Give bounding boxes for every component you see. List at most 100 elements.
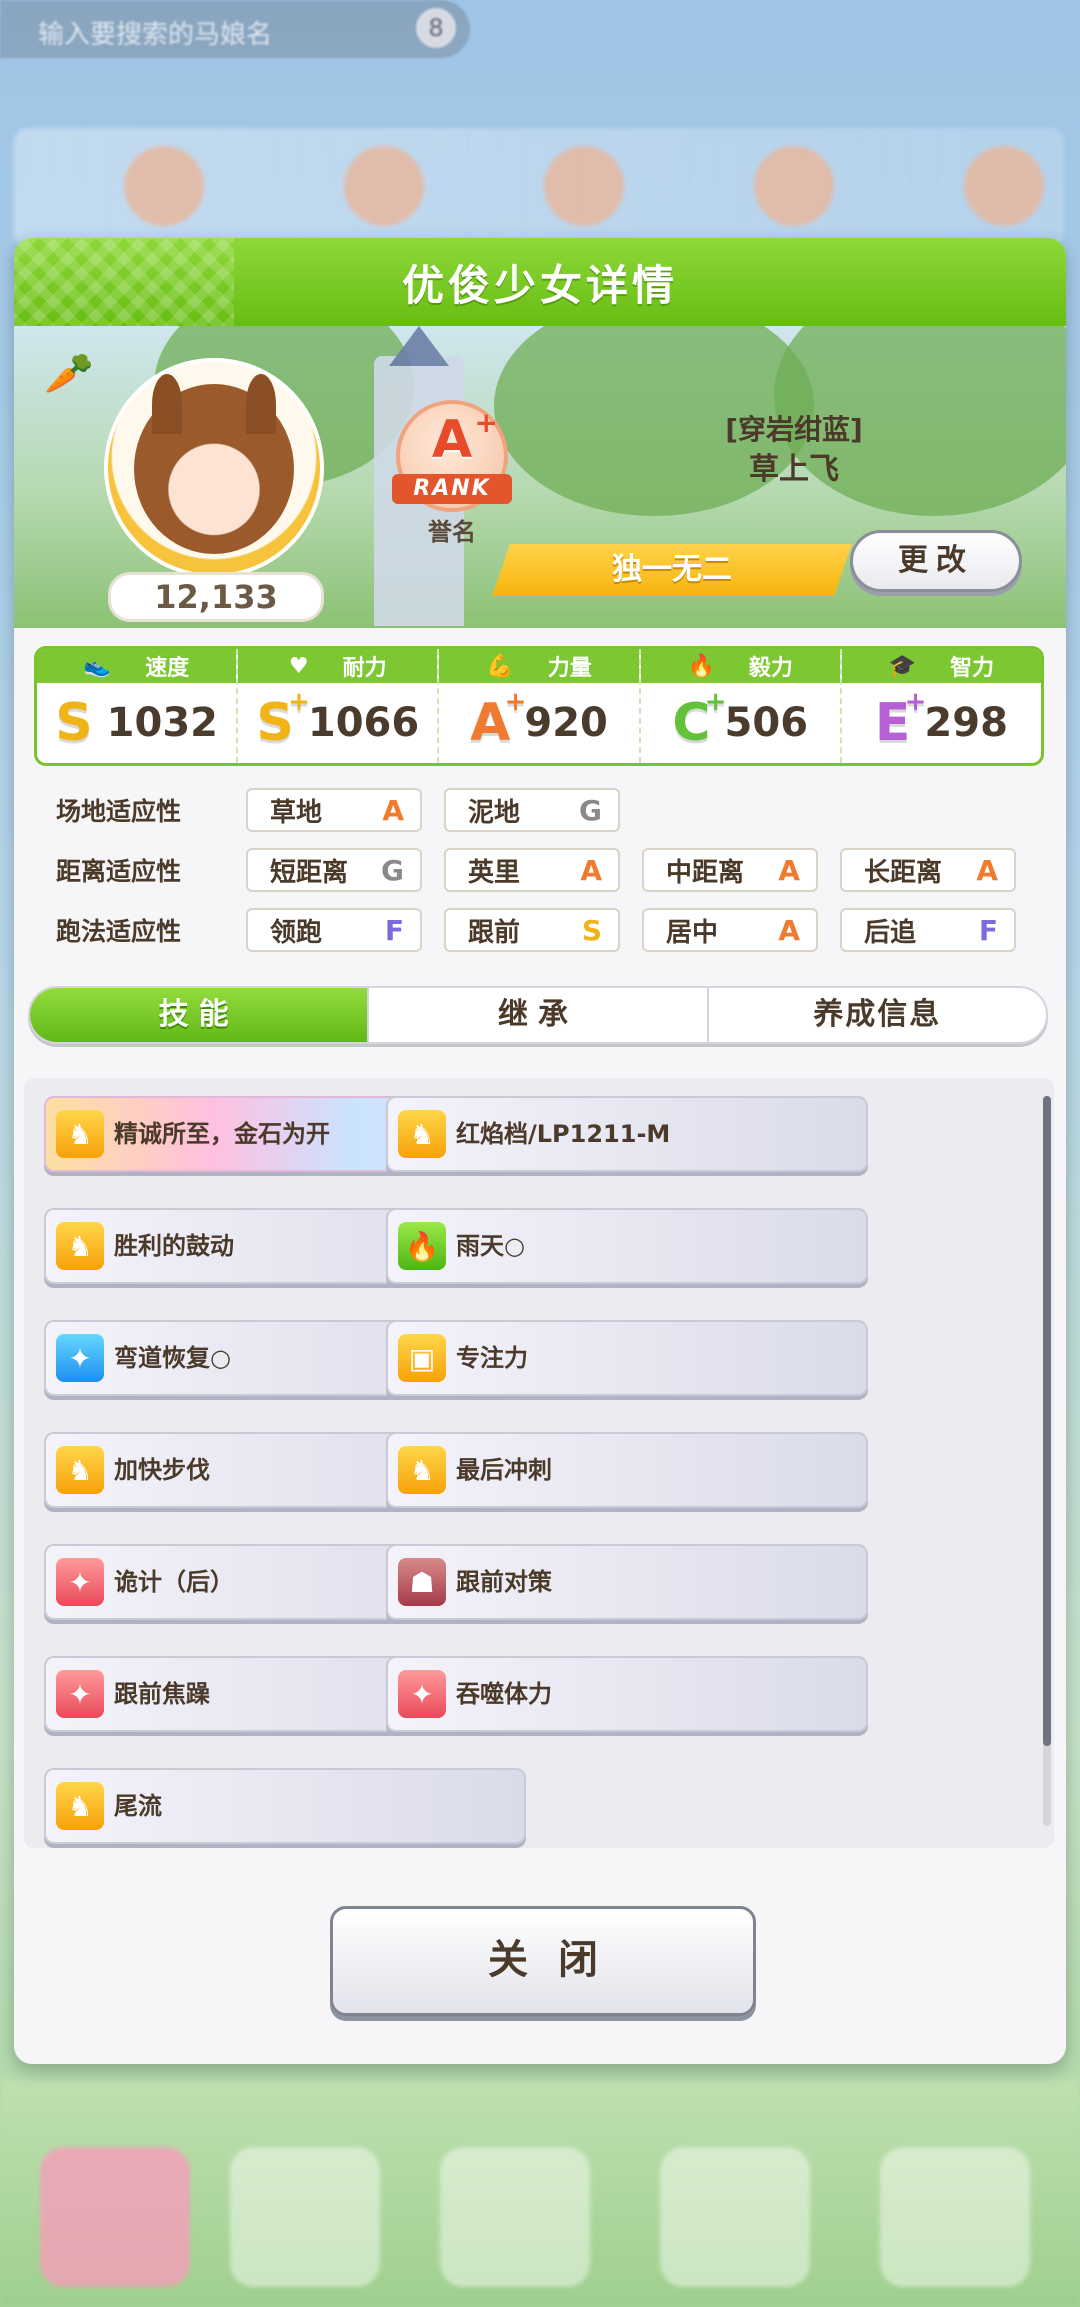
aptitude-rank: S <box>581 913 602 947</box>
aptitude-name: 居中 <box>666 917 719 948</box>
horse-icon: ♞ <box>56 1222 104 1270</box>
epithet-line2: 草上飞 <box>749 452 839 487</box>
aptitude-cell: 领跑 F <box>246 908 422 952</box>
skills-scrollbar[interactable] <box>1043 1096 1051 1826</box>
tab-skills[interactable]: 技能 <box>30 988 370 1042</box>
stat-name: 毅力 <box>748 656 793 681</box>
aptitude-name: 跟前 <box>468 917 521 948</box>
skill-name: 加快步伐 <box>114 1456 210 1484</box>
character-header: 🥕 12,133 A + RANK 誉名 [穿岩绀蓝] 草上飞 独一无二 更改 <box>14 326 1066 628</box>
stat-grade: A + <box>470 687 527 753</box>
dialog-title-bar: 优俊少女详情 <box>14 238 1066 326</box>
rank-badge: A + RANK <box>392 400 512 512</box>
background-portrait-strip <box>14 128 1064 248</box>
sparkle-icon: ✦ <box>56 1558 104 1606</box>
muscle-icon: 💪 <box>486 653 514 679</box>
stat-header: ♥ 耐力 <box>238 649 438 683</box>
title-plate: 独一无二 <box>492 544 852 596</box>
aptitude-rank: F <box>978 913 998 947</box>
skill-name: 诡计（后） <box>114 1568 234 1596</box>
tab-training-info[interactable]: 养成信息 <box>709 988 1046 1042</box>
aptitude-name: 短距离 <box>270 857 349 888</box>
dialog-title: 优俊少女详情 <box>401 260 678 310</box>
stat-column: 👟 速度 S 1032 <box>37 649 239 763</box>
aptitude-rank: F <box>384 913 404 947</box>
skill-name: 吞噬体力 <box>456 1680 552 1708</box>
skill-name: 尾流 <box>114 1792 162 1820</box>
sparkle-icon: ✦ <box>56 1670 104 1718</box>
aptitude-label: 跑法适应性 <box>56 917 182 946</box>
stat-value: 1032 <box>106 700 218 746</box>
aptitude-cell: 草地 A <box>246 788 422 832</box>
stat-value: 506 <box>724 700 809 746</box>
stats-panel: 👟 速度 S 1032 ♥ 耐力 S +1066 💪 力量 A +920 🔥 毅力 C +506 🎓 智力 E +29… <box>34 646 1044 766</box>
rank-plus: + <box>474 406 498 439</box>
stat-grade: S + <box>256 687 310 753</box>
aptitude-rank: A <box>580 853 602 887</box>
skill-item[interactable]: ☗ 跟前对策 <box>386 1544 868 1620</box>
stat-header: 👟 速度 <box>37 649 237 683</box>
aptitude-rank: G <box>579 793 602 827</box>
background-search-bar: 输入要搜索的马娘名 8 <box>0 0 470 58</box>
aptitude-label: 场地适应性 <box>56 797 182 826</box>
aptitude-cell: 跟前 S <box>444 908 620 952</box>
stat-name: 力量 <box>547 656 592 681</box>
background-bottom-menu <box>0 2080 1080 2307</box>
aptitude-cell: 中距离 A <box>642 848 818 892</box>
aptitude-name: 中距离 <box>666 857 745 888</box>
close-button[interactable]: 关闭 <box>330 1906 756 2016</box>
aptitude-name: 英里 <box>468 857 521 888</box>
aptitude-rank: A <box>976 853 998 887</box>
shoe-icon: 👟 <box>83 653 112 679</box>
graduation-cap-icon: 🎓 <box>888 653 917 679</box>
aptitude-rank: A <box>778 853 800 887</box>
epithet-line1: [穿岩绀蓝] <box>725 413 863 446</box>
aptitude-track-row: 场地适应性 草地 A 泥地 G <box>34 786 642 834</box>
stat-header: 🔥 毅力 <box>640 649 840 683</box>
flame-icon: 🔥 <box>398 1222 446 1270</box>
rank-ribbon: RANK <box>392 474 512 504</box>
aptitude-rank: G <box>381 853 404 887</box>
aptitude-style-row: 跑法适应性 领跑 F 跟前 S 居中 A 后追 F <box>34 906 1038 954</box>
aptitude-name: 泥地 <box>468 797 521 828</box>
skill-item[interactable]: 🔥 雨天○ <box>386 1208 868 1284</box>
horse-icon: ♞ <box>398 1110 446 1158</box>
devil-icon: ☗ <box>398 1558 446 1606</box>
skill-item[interactable]: ♞ 尾流 <box>44 1768 526 1844</box>
fan-count: 12,133 <box>108 572 324 622</box>
aptitude-rank: A <box>382 793 404 827</box>
skill-name: 弯道恢复○ <box>114 1344 231 1372</box>
stat-value: 1066 <box>307 700 420 746</box>
skill-item[interactable]: ✦ 吞噬体力 <box>386 1656 868 1732</box>
background-counter: 8 <box>416 8 456 48</box>
stat-value: 920 <box>524 700 608 746</box>
sparkle-icon: ✦ <box>398 1670 446 1718</box>
change-title-button[interactable]: 更改 <box>850 530 1022 592</box>
aptitude-cell: 泥地 G <box>444 788 620 832</box>
character-avatar <box>104 358 324 578</box>
skills-list: ♞精诚所至，金石为开等级3♞红焰档/LP1211-M♞胜利的鼓动🔥雨天○✦弯道恢… <box>24 1078 1054 1848</box>
tab-inheritance[interactable]: 继承 <box>369 988 709 1042</box>
gate-icon: ▣ <box>398 1334 446 1382</box>
skill-item[interactable]: ♞ 最后冲刺 <box>386 1432 868 1508</box>
sparkle-icon: ✦ <box>56 1334 104 1382</box>
rank-label: 誉名 <box>428 518 476 546</box>
stat-grade: S <box>55 693 93 753</box>
stat-name: 速度 <box>145 656 190 681</box>
flame-icon: 🔥 <box>687 653 715 679</box>
skill-item[interactable]: ♞ 红焰档/LP1211-M <box>386 1096 868 1172</box>
stat-name: 智力 <box>950 656 995 681</box>
aptitude-cell: 居中 A <box>642 908 818 952</box>
skill-name: 精诚所至，金石为开 <box>114 1120 330 1148</box>
aptitude-label: 距离适应性 <box>56 857 182 886</box>
stat-header: 🎓 智力 <box>841 649 1041 683</box>
aptitude-rank: A <box>778 913 800 947</box>
aptitude-name: 草地 <box>270 797 323 828</box>
stat-column: 🔥 毅力 C +506 <box>640 649 842 763</box>
horse-icon: ♞ <box>398 1446 446 1494</box>
character-detail-dialog: 优俊少女详情 🥕 12,133 A + RANK 誉名 [穿岩绀蓝] 草上飞 独… <box>14 238 1066 2064</box>
skill-item[interactable]: ▣ 专注力 <box>386 1320 868 1396</box>
stat-name: 耐力 <box>342 656 387 681</box>
aptitude-name: 长距离 <box>864 857 943 888</box>
skill-name: 胜利的鼓动 <box>114 1232 234 1260</box>
